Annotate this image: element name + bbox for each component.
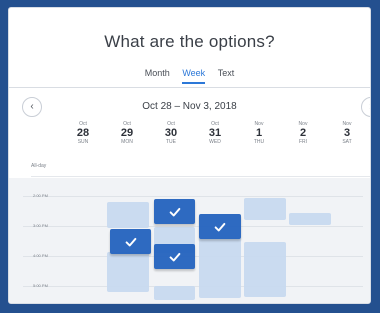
day-weekday: SAT xyxy=(342,139,352,145)
selected-time-slot[interactable] xyxy=(110,229,151,254)
day-weekday: MON xyxy=(121,139,133,145)
day-header: Oct 31 WED xyxy=(193,121,237,145)
check-icon xyxy=(169,207,180,216)
day-weekday: FRI xyxy=(298,139,308,145)
day-weekday: TUE xyxy=(166,139,176,145)
day-date: 30 xyxy=(164,127,178,139)
day-date: 29 xyxy=(120,127,134,139)
chevron-right-icon: › xyxy=(369,101,370,112)
day-date: 2 xyxy=(299,127,307,139)
scheduler-panel: What are the options? Month Week Text ‹ … xyxy=(8,7,371,304)
selected-time-slot[interactable] xyxy=(154,199,195,224)
check-icon xyxy=(214,222,226,231)
day-header: Nov 3 SAT xyxy=(325,121,369,145)
check-icon xyxy=(169,252,180,261)
time-slot[interactable] xyxy=(154,286,195,300)
day-weekday: SUN xyxy=(77,139,89,145)
check-icon xyxy=(125,237,136,246)
header-divider xyxy=(9,87,370,88)
time-slot[interactable] xyxy=(289,213,331,225)
week-grid: 2:00 PM 3:00 PM 4:00 PM 5:00 PM xyxy=(9,178,370,303)
day-weekday: WED xyxy=(209,139,221,145)
all-day-divider xyxy=(31,176,370,177)
page-title: What are the options? xyxy=(104,32,275,51)
all-day-label: All-day xyxy=(31,163,47,169)
next-week-button[interactable]: › xyxy=(361,97,370,117)
hour-line xyxy=(23,196,363,197)
selected-time-slot[interactable] xyxy=(199,214,241,239)
tab-week[interactable]: Week xyxy=(182,68,206,84)
time-slot[interactable] xyxy=(199,238,241,298)
day-date: 3 xyxy=(343,127,351,139)
date-range: Oct 28 – Nov 3, 2018 xyxy=(142,101,237,112)
day-date: 28 xyxy=(76,127,90,139)
time-slot[interactable] xyxy=(107,252,149,292)
day-date: 1 xyxy=(255,127,263,139)
day-header: Oct 28 SUN xyxy=(61,121,105,145)
tab-month[interactable]: Month xyxy=(145,68,170,82)
hour-label: 3:00 PM xyxy=(33,223,48,228)
day-header: Nov 1 THU xyxy=(237,121,281,145)
day-header: Oct 29 MON xyxy=(105,121,149,145)
hour-label: 5:00 PM xyxy=(33,283,48,288)
tab-text[interactable]: Text xyxy=(218,68,235,82)
day-date: 31 xyxy=(208,127,222,139)
time-slot[interactable] xyxy=(107,202,149,228)
day-header: Nov 2 FRI xyxy=(281,121,325,145)
view-tabs: Month Week Text xyxy=(9,68,370,84)
hour-label: 2:00 PM xyxy=(33,193,48,198)
time-slot[interactable] xyxy=(244,198,286,220)
hour-label: 4:00 PM xyxy=(33,253,48,258)
day-header-row: Oct 28 SUN Oct 29 MON Oct 30 TUE Oct 31 … xyxy=(61,121,370,159)
day-weekday: THU xyxy=(253,139,265,145)
day-header: Oct 30 TUE xyxy=(149,121,193,145)
app-frame: What are the options? Month Week Text ‹ … xyxy=(0,0,380,313)
selected-time-slot[interactable] xyxy=(154,244,195,269)
time-slot[interactable] xyxy=(244,242,286,297)
